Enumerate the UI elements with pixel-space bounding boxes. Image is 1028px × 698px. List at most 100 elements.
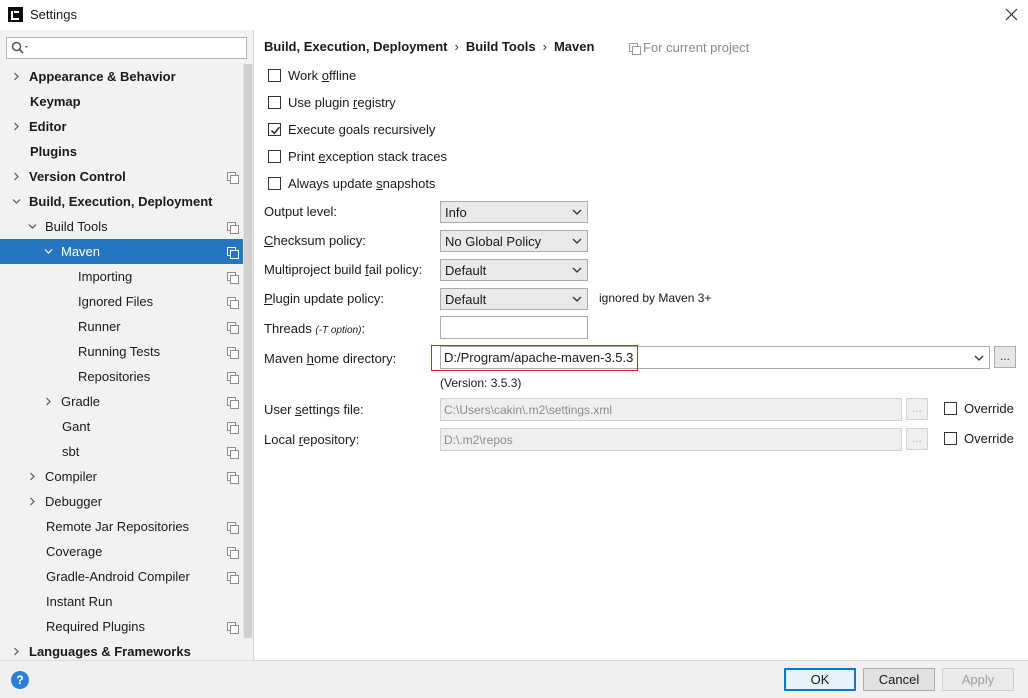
- maven-home-browse-button[interactable]: ...: [994, 346, 1016, 368]
- project-level-icon: [227, 472, 239, 484]
- sidebar-item-languages-frameworks[interactable]: Languages & Frameworks: [0, 639, 244, 660]
- sidebar-item-label: sbt: [62, 444, 80, 459]
- chevron-down-icon: [974, 355, 984, 361]
- cancel-button[interactable]: Cancel: [863, 668, 935, 691]
- dialog-button-bar: ? OK Cancel Apply: [0, 660, 1028, 698]
- sidebar-item-coverage[interactable]: Coverage: [0, 539, 244, 564]
- sidebar-item-repositories[interactable]: Repositories: [0, 364, 244, 389]
- sidebar-item-ignored-files[interactable]: Ignored Files: [0, 289, 244, 314]
- dropdown-value: Info: [445, 205, 467, 220]
- ok-button[interactable]: OK: [784, 668, 856, 691]
- dropdown-value: No Global Policy: [445, 234, 542, 249]
- plugin-update-policy-dropdown[interactable]: Default: [440, 288, 588, 310]
- plugin-update-note: ignored by Maven 3+: [599, 291, 712, 305]
- sidebar-item-sbt[interactable]: sbt: [0, 439, 244, 464]
- sidebar-item-version-control[interactable]: Version Control: [0, 164, 244, 189]
- sidebar-item-build-tools[interactable]: Build Tools: [0, 214, 244, 239]
- search-input[interactable]: [6, 37, 247, 59]
- maven-home-directory-label: Maven home directory:: [264, 351, 397, 366]
- sidebar-item-label: Repositories: [78, 369, 151, 384]
- sidebar-item-label: Appearance & Behavior: [29, 69, 176, 84]
- sidebar-item-appearance-behavior[interactable]: Appearance & Behavior: [0, 64, 244, 89]
- checkbox-box[interactable]: [268, 69, 281, 82]
- checksum-policy-dropdown[interactable]: No Global Policy: [440, 230, 588, 252]
- sidebar-item-build-execution-deployment[interactable]: Build, Execution, Deployment: [0, 189, 244, 214]
- field-value: D:\.m2\repos: [444, 433, 513, 447]
- chevron-right-icon[interactable]: [12, 122, 21, 131]
- sidebar-item-label: Importing: [78, 269, 133, 284]
- sidebar-item-label: Compiler: [45, 469, 98, 484]
- sidebar-item-label: Build Tools: [45, 219, 108, 234]
- sidebar-item-importing[interactable]: Importing: [0, 264, 244, 289]
- intellij-app-icon: [8, 7, 23, 22]
- close-icon: [1005, 8, 1018, 21]
- sidebar-scrollbar[interactable]: [243, 64, 253, 638]
- chevron-right-icon[interactable]: [12, 172, 21, 181]
- user-settings-file-input[interactable]: C:\Users\cakin\.m2\settings.xml: [440, 398, 902, 421]
- sidebar-item-label: Debugger: [45, 494, 103, 509]
- sidebar-item-compiler[interactable]: Compiler: [0, 464, 244, 489]
- chevron-right-icon[interactable]: [44, 397, 53, 406]
- checkbox-box[interactable]: [268, 96, 281, 109]
- sidebar-item-keymap[interactable]: Keymap: [0, 89, 244, 114]
- project-level-icon: [227, 522, 239, 534]
- chevron-down-icon: [572, 267, 582, 273]
- sidebar-item-gradle-android-compiler[interactable]: Gradle-Android Compiler: [0, 564, 244, 589]
- breadcrumb: Build, Execution, Deployment › Build Tools…: [264, 39, 594, 54]
- sidebar-item-label: Running Tests: [78, 344, 161, 359]
- chevron-right-icon[interactable]: [12, 647, 21, 656]
- project-level-icon: [227, 572, 239, 584]
- sidebar-item-label: Languages & Frameworks: [29, 644, 191, 659]
- chevron-down-icon[interactable]: [28, 222, 37, 231]
- chevron-right-icon[interactable]: [12, 72, 21, 81]
- sidebar-item-plugins[interactable]: Plugins: [0, 139, 244, 164]
- sidebar-item-gradle[interactable]: Gradle: [0, 389, 244, 414]
- sidebar-item-label: Instant Run: [46, 594, 113, 609]
- sidebar-item-required-plugins[interactable]: Required Plugins: [0, 614, 244, 639]
- sidebar-item-runner[interactable]: Runner: [0, 314, 244, 339]
- breadcrumb-part: Build, Execution, Deployment: [264, 39, 448, 54]
- sidebar-item-label: Version Control: [29, 169, 126, 184]
- project-level-icon: [227, 347, 239, 359]
- project-level-icon: [227, 247, 239, 259]
- dropdown-value: Default: [445, 292, 487, 307]
- sidebar-item-remote-jar-repositories[interactable]: Remote Jar Repositories: [0, 514, 244, 539]
- scrollbar-thumb[interactable]: [244, 64, 252, 638]
- sidebar-item-editor[interactable]: Editor: [0, 114, 244, 139]
- user-settings-browse-button[interactable]: ...: [906, 398, 928, 420]
- help-button[interactable]: ?: [11, 671, 29, 689]
- sidebar-item-label: Gant: [62, 419, 91, 434]
- threads-input[interactable]: [440, 316, 588, 339]
- chevron-right-icon[interactable]: [28, 497, 37, 506]
- close-window-button[interactable]: [1000, 4, 1024, 26]
- local-repository-input[interactable]: D:\.m2\repos: [440, 428, 902, 451]
- sidebar-item-running-tests[interactable]: Running Tests: [0, 339, 244, 364]
- sidebar-item-label: Runner: [78, 319, 121, 334]
- sidebar-item-gant[interactable]: Gant: [0, 414, 244, 439]
- plugin-update-policy-label: Plugin update policy:: [264, 291, 384, 306]
- scope-label: For current project: [643, 40, 750, 55]
- sidebar-item-instant-run[interactable]: Instant Run: [0, 589, 244, 614]
- sidebar-item-debugger[interactable]: Debugger: [0, 489, 244, 514]
- chevron-down-icon: [572, 209, 582, 215]
- project-level-icon: [227, 372, 239, 384]
- checkbox-box[interactable]: [268, 177, 281, 190]
- breadcrumb-separator: ›: [542, 39, 547, 54]
- checkbox-box[interactable]: [268, 150, 281, 163]
- checkbox-label: Always update snapshots: [288, 176, 436, 191]
- local-repository-browse-button[interactable]: ...: [906, 428, 928, 450]
- sidebar-item-maven[interactable]: Maven: [0, 239, 244, 264]
- chevron-right-icon[interactable]: [28, 472, 37, 481]
- multiproject-fail-policy-label: Multiproject build fail policy:: [264, 262, 423, 277]
- project-level-icon: [227, 447, 239, 459]
- checkbox-box[interactable]: [944, 432, 957, 445]
- chevron-down-icon[interactable]: [12, 197, 21, 206]
- checkbox-box[interactable]: [944, 402, 957, 415]
- chevron-down-icon[interactable]: [44, 247, 53, 256]
- checkbox-box[interactable]: [268, 123, 281, 136]
- apply-button[interactable]: Apply: [942, 668, 1014, 691]
- output-level-dropdown[interactable]: Info: [440, 201, 588, 223]
- title-bar: Settings: [0, 0, 1028, 30]
- multiproject-fail-policy-dropdown[interactable]: Default: [440, 259, 588, 281]
- dropdown-value: Default: [445, 263, 487, 278]
